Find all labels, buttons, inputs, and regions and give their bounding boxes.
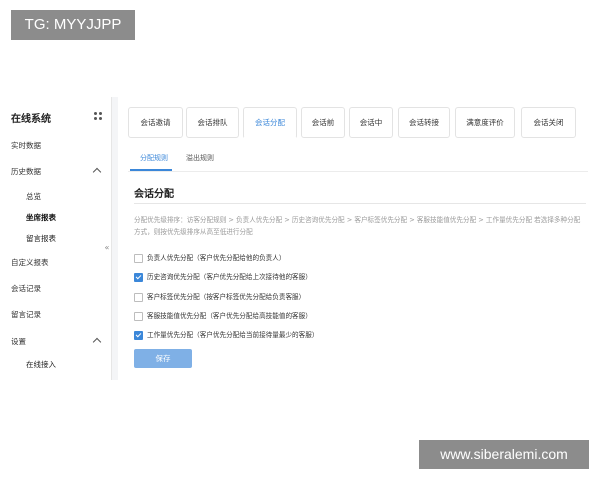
rule-subtabs: 分配规则 溢出规则 — [128, 149, 588, 172]
option-label: 客户标签优先分配（按客户标签优先分配给负责客服） — [147, 293, 306, 301]
sidebar-item-settings[interactable]: 设置 — [0, 332, 110, 352]
sidebar-item-custom-report[interactable]: 自定义报表 — [0, 253, 110, 273]
sidebar-item-label: 在线接入 — [26, 360, 56, 369]
active-subtab-indicator — [130, 169, 172, 171]
sidebar-item-message-report[interactable]: 留言报表 — [0, 229, 110, 249]
screenshot-page: TG: MYYJJPP 在线系统 实时数据 历史数据 总览 坐席报表 留言报表 … — [0, 0, 600, 480]
sidebar-item-label: 会话记录 — [11, 284, 41, 293]
tab-in-session[interactable]: 会话中 — [349, 107, 393, 138]
sidebar-item-agent-report[interactable]: 坐席报表 — [0, 208, 110, 228]
checkbox-checked[interactable] — [134, 273, 143, 282]
divider — [134, 203, 586, 204]
tab-satisfaction-rating[interactable]: 满意度评价 — [455, 107, 515, 138]
checkbox[interactable] — [134, 293, 143, 302]
section-title: 会话分配 — [134, 189, 174, 200]
sidebar-item-history-data[interactable]: 历史数据 — [0, 162, 110, 182]
option-label: 负责人优先分配（客户优先分配给他的负责人） — [147, 254, 286, 262]
subtab-overflow-rules[interactable]: 溢出规则 — [186, 153, 214, 163]
assign-priority-description: 分配优先级排序：访客分配规则 > 负责人优先分配 > 历史咨询优先分配 > 客户… — [134, 216, 581, 236]
option-label: 历史咨询优先分配（客户优先分配给上次接待他的客服） — [147, 273, 312, 281]
sidebar-item-realtime-data[interactable]: 实时数据 — [0, 136, 110, 156]
sidebar-item-overview[interactable]: 总览 — [0, 187, 110, 207]
sidebar-item-label: 留言记录 — [11, 310, 41, 319]
grid-dot — [99, 112, 102, 115]
sidebar-item-label: 自定义报表 — [11, 258, 49, 267]
checkbox-checked[interactable] — [134, 331, 143, 340]
sidebar-header: 在线系统 — [0, 97, 111, 135]
main-panel: 会话邀请 会话排队 会话分配 会话前 会话中 会话转接 满意度评价 会话关闭 分… — [118, 97, 600, 380]
app-grid-icon[interactable] — [94, 112, 103, 121]
sidebar-title: 在线系统 — [11, 114, 51, 125]
sidebar-item-label: 设置 — [11, 337, 26, 346]
sidebar-item-message-records[interactable]: 留言记录 — [0, 305, 110, 325]
option-label: 工作量优先分配（客户优先分配给当前接待量最少的客服） — [147, 331, 319, 339]
subtab-assign-rules[interactable]: 分配规则 — [140, 153, 168, 163]
sidebar-item-session-records[interactable]: 会话记录 — [0, 279, 110, 299]
grid-dot — [99, 117, 102, 120]
app-window: 在线系统 实时数据 历史数据 总览 坐席报表 留言报表 自定义报表 会话记录 留… — [0, 97, 600, 380]
watermark-top: TG: MYYJJPP — [11, 10, 135, 40]
sidebar-item-label: 实时数据 — [11, 141, 41, 150]
grid-dot — [94, 117, 97, 120]
sidebar-item-label: 总览 — [26, 192, 41, 201]
checkbox[interactable] — [134, 312, 143, 321]
tab-session-invite[interactable]: 会话邀请 — [128, 107, 183, 138]
chevron-up-icon — [92, 337, 102, 347]
sidebar-item-label: 坐席报表 — [26, 213, 56, 222]
tab-pre-session[interactable]: 会话前 — [301, 107, 345, 138]
chevron-up-icon — [92, 167, 102, 177]
sidebar-item-label: 留言报表 — [26, 234, 56, 243]
watermark-bottom: www.siberalemi.com — [419, 440, 589, 469]
tab-session-queue[interactable]: 会话排队 — [186, 107, 239, 138]
sidebar-item-online-access[interactable]: 在线接入 — [0, 355, 110, 375]
collapse-sidebar-icon[interactable]: « — [102, 242, 111, 254]
tab-session-assign[interactable]: 会话分配 — [243, 107, 297, 139]
grid-dot — [94, 112, 97, 115]
sidebar-item-label: 历史数据 — [11, 167, 41, 176]
option-label: 客服技能值优先分配（客户优先分配给高技能值的客服） — [147, 312, 312, 320]
tab-session-transfer[interactable]: 会话转接 — [398, 107, 450, 138]
checkbox[interactable] — [134, 254, 143, 263]
tab-session-close[interactable]: 会话关闭 — [521, 107, 576, 138]
save-button[interactable]: 保存 — [134, 349, 192, 368]
sidebar: 在线系统 实时数据 历史数据 总览 坐席报表 留言报表 自定义报表 会话记录 留… — [0, 97, 112, 380]
